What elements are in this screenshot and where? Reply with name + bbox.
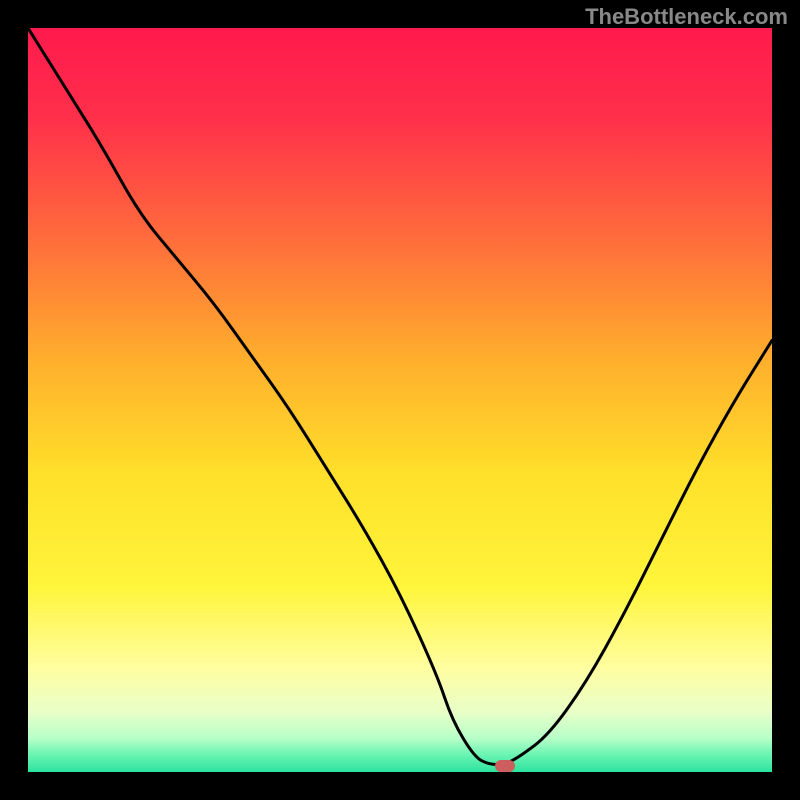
watermark-text: TheBottleneck.com — [585, 4, 788, 30]
plot-area — [28, 28, 772, 772]
current-point-marker — [495, 760, 515, 772]
outer-frame: TheBottleneck.com — [0, 0, 800, 800]
background-gradient — [28, 28, 772, 772]
